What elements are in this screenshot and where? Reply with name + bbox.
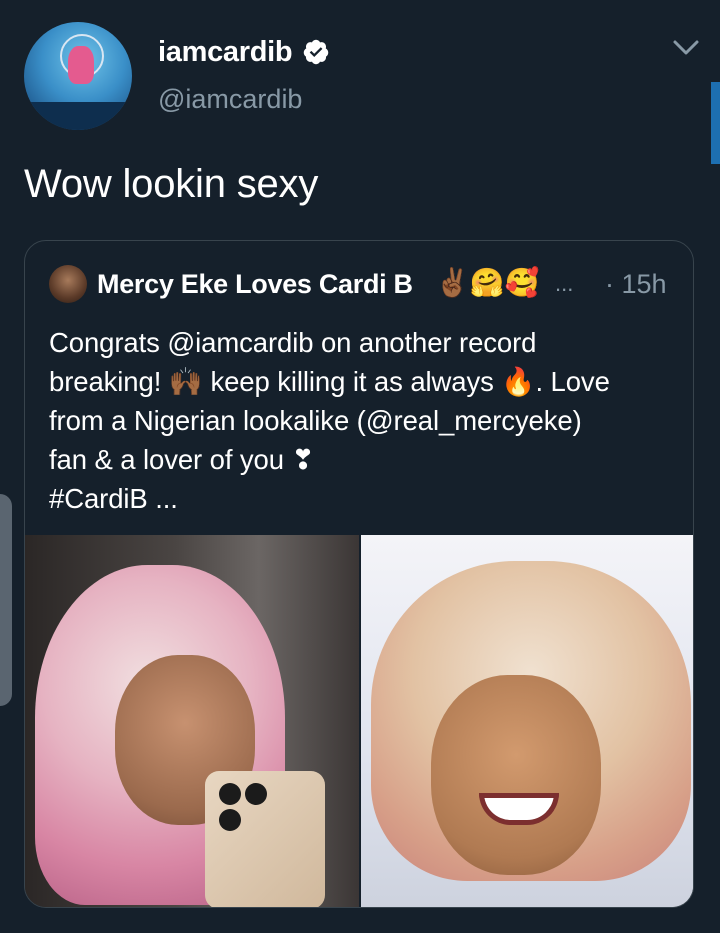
tweet-text: Wow lookin sexy — [24, 162, 319, 206]
display-name[interactable]: iamcardib — [158, 36, 293, 69]
quoted-author-name[interactable]: Mercy Eke Loves Cardi B — [97, 269, 413, 300]
quoted-text-line: from a Nigerian lookalike (@real_mercyek… — [49, 405, 582, 436]
quoted-image-left[interactable] — [25, 535, 359, 907]
profile-avatar[interactable] — [24, 22, 132, 130]
chevron-down-icon[interactable] — [672, 38, 700, 58]
quoted-tweet-text: Congrats @iamcardib on another record br… — [49, 323, 679, 518]
quoted-author-avatar[interactable] — [49, 265, 87, 303]
quoted-timestamp[interactable]: · 15h — [605, 269, 667, 300]
scrollbar-thumb[interactable] — [711, 82, 720, 164]
quoted-author-emoji: ✌🏾🤗🥰 — [435, 267, 540, 298]
avatar-figure — [68, 46, 94, 84]
quoted-image-right[interactable] — [361, 535, 693, 907]
phone-in-hand — [205, 771, 325, 907]
quoted-text-line: breaking! 🙌🏾 keep killing it as always 🔥… — [49, 366, 610, 397]
user-handle[interactable]: @iamcardib — [158, 84, 302, 115]
avatar-skyline — [24, 102, 132, 130]
phone-camera-lens — [245, 783, 267, 805]
quoted-text-line: fan & a lover of you ❣ — [49, 444, 315, 475]
quoted-name-ellipsis: ... — [555, 271, 574, 296]
phone-camera-lens — [219, 783, 241, 805]
quoted-text-line: Congrats @iamcardib on another record — [49, 327, 537, 358]
quoted-tweet-card[interactable]: Mercy Eke Loves Cardi B ✌🏾🤗🥰 ... · 15h C… — [24, 240, 694, 908]
verified-badge-icon — [303, 39, 329, 65]
phone-camera-lens — [219, 809, 241, 831]
quoted-text-line: #CardiB ... — [49, 483, 178, 514]
side-drawer-handle[interactable] — [0, 494, 12, 706]
image-face — [431, 675, 601, 875]
